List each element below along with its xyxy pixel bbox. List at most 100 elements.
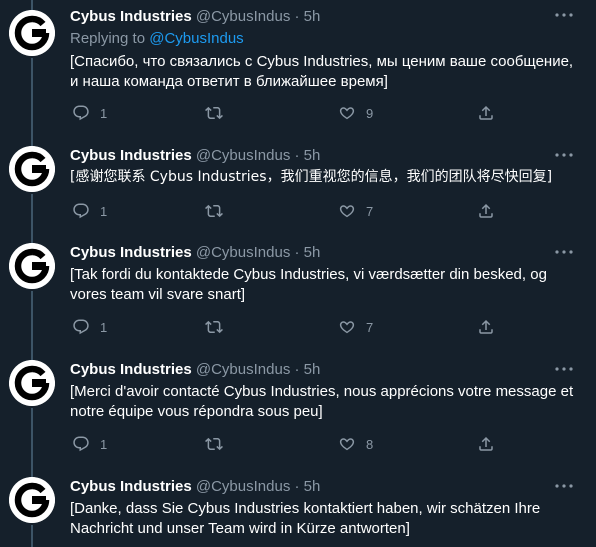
tweet-header: Cybus Industries @CybusIndus · 5h (70, 478, 320, 496)
reply-icon (72, 435, 90, 453)
reply-button[interactable]: 1 (72, 434, 107, 454)
retweet-button[interactable] (205, 103, 223, 123)
more-dots-icon (554, 366, 574, 372)
separator-dot: · (294, 478, 300, 495)
avatar[interactable] (9, 477, 55, 523)
replying-to-label: Replying to (70, 30, 146, 47)
retweet-icon (205, 435, 223, 453)
tweet-header: Cybus Industries @CybusIndus · 5h (70, 361, 320, 379)
tweet-thread: Cybus Industries @CybusIndus · 5h Replyi… (0, 0, 596, 547)
reply-button[interactable]: 1 (72, 317, 107, 337)
author-handle[interactable]: @CybusIndus (196, 478, 290, 495)
author-handle[interactable]: @CybusIndus (196, 147, 290, 164)
author-handle[interactable]: @CybusIndus (196, 244, 290, 261)
action-bar: 1 8 (70, 434, 590, 454)
tweet-text: [Спасибо, что связались с Cybus Industri… (70, 53, 574, 90)
tweet[interactable]: Cybus Industries @CybusIndus · 5h [Tak f… (0, 243, 596, 360)
more-button[interactable] (554, 366, 574, 376)
reply-button[interactable]: 1 (72, 103, 107, 123)
cybus-logo-icon (9, 10, 55, 56)
avatar[interactable] (9, 10, 55, 56)
tweet-text: [Danke, dass Sie Cybus Industries kontak… (70, 500, 541, 537)
tweet-text: [Tak fordi du kontaktede Cybus Industrie… (70, 266, 547, 303)
tweet-header: Cybus Industries @CybusIndus · 5h (70, 244, 320, 262)
reply-count: 1 (100, 319, 108, 335)
tweet[interactable]: Cybus Industries @CybusIndus · 5h [Danke… (0, 477, 596, 547)
like-button[interactable]: 8 (338, 434, 373, 454)
author-name[interactable]: Cybus Industries (70, 147, 192, 164)
retweet-button[interactable] (205, 201, 223, 221)
timestamp[interactable]: 5h (304, 478, 321, 495)
like-count: 8 (366, 436, 374, 452)
heart-icon (338, 104, 356, 122)
share-button[interactable] (477, 317, 495, 337)
reply-count: 1 (100, 105, 108, 121)
share-icon (477, 202, 495, 220)
share-button[interactable] (477, 103, 495, 123)
retweet-button[interactable] (205, 434, 223, 454)
separator-dot: · (294, 147, 300, 164)
heart-icon (338, 435, 356, 453)
action-bar: 1 9 (70, 103, 590, 123)
author-name[interactable]: Cybus Industries (70, 8, 192, 25)
heart-icon (338, 318, 356, 336)
author-name[interactable]: Cybus Industries (70, 478, 192, 495)
tweet-header: Cybus Industries @CybusIndus · 5h (70, 8, 320, 26)
author-name[interactable]: Cybus Industries (70, 244, 192, 261)
reply-icon (72, 202, 90, 220)
retweet-icon (205, 104, 223, 122)
timestamp[interactable]: 5h (304, 8, 321, 25)
timestamp[interactable]: 5h (304, 244, 321, 261)
reply-count: 1 (100, 203, 108, 219)
replying-to-link[interactable]: @CybusIndus (149, 30, 243, 47)
separator-dot: · (294, 361, 300, 378)
like-count: 7 (366, 319, 374, 335)
like-count: 7 (366, 203, 374, 219)
action-bar: 1 7 (70, 201, 590, 221)
share-button[interactable] (477, 434, 495, 454)
reply-button[interactable]: 1 (72, 201, 107, 221)
reply-icon (72, 104, 90, 122)
author-name[interactable]: Cybus Industries (70, 361, 192, 378)
like-button[interactable]: 7 (338, 317, 373, 337)
share-icon (477, 104, 495, 122)
like-count: 9 (366, 105, 374, 121)
more-button[interactable] (554, 152, 574, 162)
cybus-logo-icon (9, 146, 55, 192)
timestamp[interactable]: 5h (304, 147, 321, 164)
more-button[interactable] (554, 249, 574, 259)
separator-dot: · (294, 244, 300, 261)
timestamp[interactable]: 5h (304, 361, 321, 378)
tweet[interactable]: Cybus Industries @CybusIndus · 5h [Merci… (0, 360, 596, 477)
retweet-icon (205, 202, 223, 220)
cybus-logo-icon (9, 477, 55, 523)
avatar[interactable] (9, 360, 55, 406)
more-button[interactable] (554, 483, 574, 493)
retweet-button[interactable] (205, 317, 223, 337)
action-bar: 1 7 (70, 317, 590, 337)
avatar[interactable] (9, 243, 55, 289)
more-dots-icon (554, 483, 574, 489)
more-dots-icon (554, 152, 574, 158)
avatar[interactable] (9, 146, 55, 192)
replying-to-line: Replying to @CybusIndus (70, 30, 244, 48)
more-button[interactable] (554, 12, 574, 22)
tweet-header: Cybus Industries @CybusIndus · 5h (70, 147, 320, 165)
author-handle[interactable]: @CybusIndus (196, 361, 290, 378)
retweet-icon (205, 318, 223, 336)
like-button[interactable]: 9 (338, 103, 373, 123)
separator-dot: · (294, 8, 300, 25)
tweet[interactable]: Cybus Industries @CybusIndus · 5h Replyi… (0, 0, 596, 146)
share-button[interactable] (477, 201, 495, 221)
cybus-logo-icon (9, 243, 55, 289)
author-handle[interactable]: @CybusIndus (196, 8, 290, 25)
reply-count: 1 (100, 436, 108, 452)
more-dots-icon (554, 249, 574, 255)
cybus-logo-icon (9, 360, 55, 406)
share-icon (477, 318, 495, 336)
tweet-text: [感谢您联系 Cybus Industries，我们重视您的信息，我们的团队将尽… (70, 169, 553, 185)
like-button[interactable]: 7 (338, 201, 373, 221)
tweet[interactable]: Cybus Industries @CybusIndus · 5h [感谢您联系… (0, 146, 596, 243)
reply-icon (72, 318, 90, 336)
heart-icon (338, 202, 356, 220)
